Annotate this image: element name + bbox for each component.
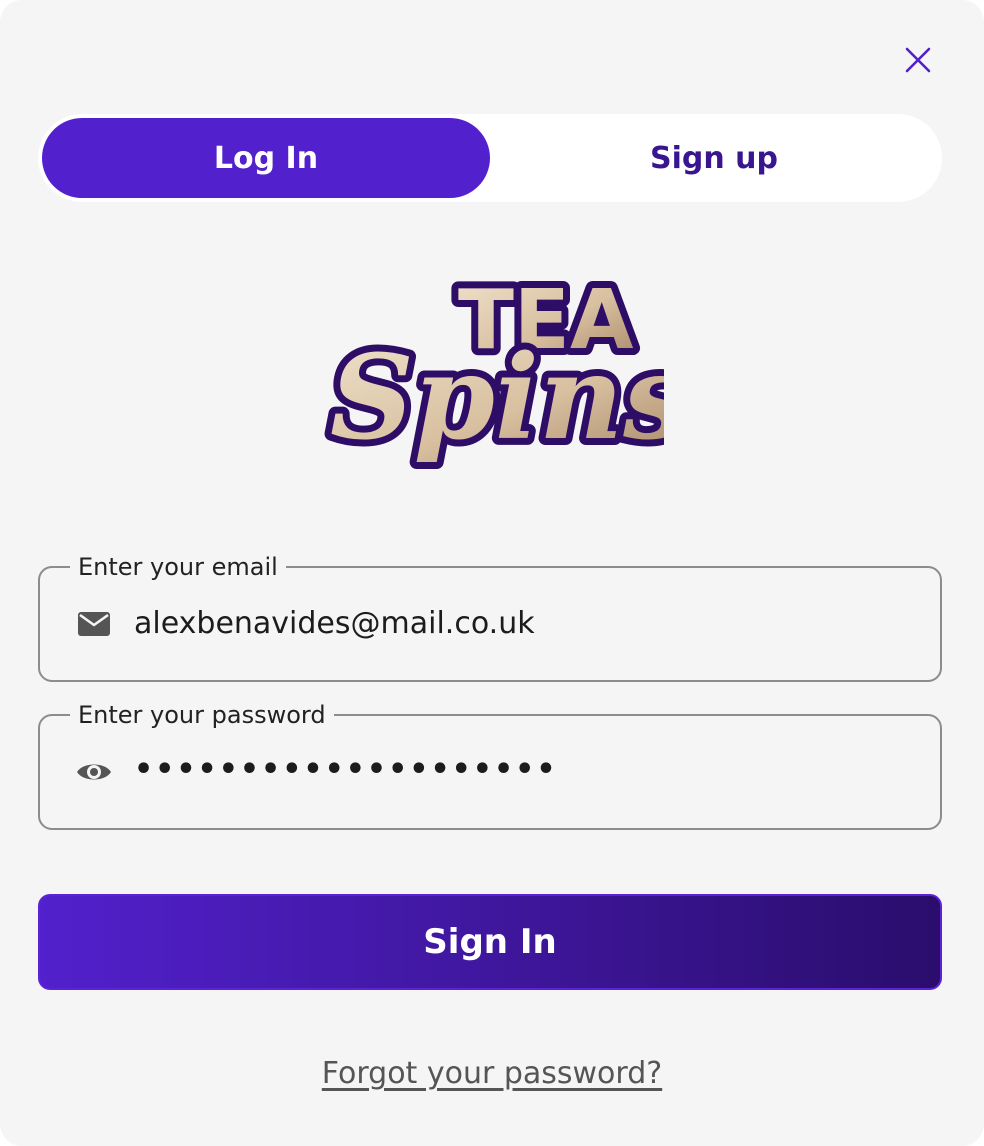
email-field[interactable]: Enter your email alexbenavides@mail.co.u…	[38, 552, 942, 682]
eye-icon[interactable]	[76, 754, 112, 790]
logo-text-spins: Spins	[330, 330, 664, 466]
close-button[interactable]	[896, 38, 940, 82]
password-field[interactable]: Enter your password ••••••••••••••••••••	[38, 700, 942, 830]
password-label: Enter your password	[70, 700, 334, 730]
tab-sign-up[interactable]: Sign up	[490, 118, 938, 198]
forgot-password-link[interactable]: Forgot your password?	[0, 1056, 984, 1091]
password-input[interactable]: ••••••••••••••••••••	[134, 750, 558, 790]
sign-in-button[interactable]: Sign In	[38, 894, 942, 990]
email-label: Enter your email	[70, 552, 286, 582]
envelope-icon	[76, 606, 112, 642]
email-input[interactable]: alexbenavides@mail.co.uk	[134, 604, 535, 644]
login-modal: Log In Sign up TEA Spins Enter your emai…	[0, 0, 984, 1146]
tea-spins-logo: TEA Spins	[323, 270, 664, 473]
close-icon[interactable]	[905, 47, 931, 73]
tab-log-in[interactable]: Log In	[42, 118, 490, 198]
auth-tabs: Log In Sign up	[38, 114, 942, 202]
